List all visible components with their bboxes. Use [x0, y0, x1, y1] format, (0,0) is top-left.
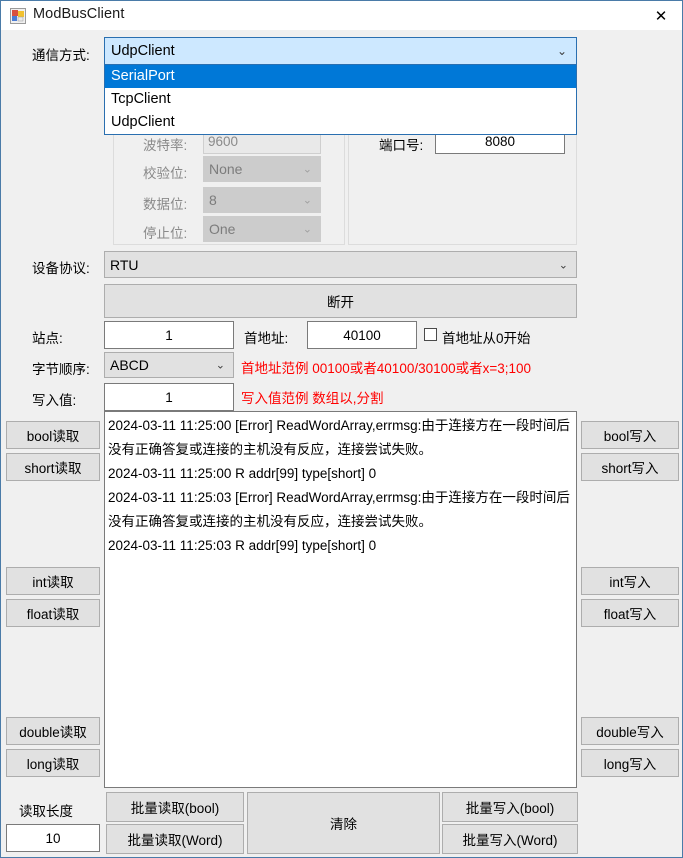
- comm-mode-selected-value: UdpClient: [111, 43, 175, 59]
- baudrate-label-text: 波特率:: [143, 138, 188, 153]
- chevron-down-icon: ⌄: [558, 259, 568, 271]
- parity-combobox[interactable]: None ⌄: [203, 156, 321, 182]
- byte-order-value: ABCD: [110, 357, 149, 373]
- comm-mode-option-tcpclient[interactable]: TcpClient: [105, 88, 576, 111]
- write-long-button[interactable]: long写入: [581, 749, 679, 777]
- zero-based-checkbox[interactable]: [424, 328, 437, 341]
- chevron-down-icon: ⌄: [215, 359, 225, 372]
- comm-mode-combobox[interactable]: UdpClient ⌄: [104, 37, 577, 65]
- read-float-button[interactable]: float读取: [6, 599, 100, 627]
- read-length-label: 读取长度: [19, 804, 73, 819]
- stopbits-combobox[interactable]: One ⌄: [203, 216, 321, 242]
- port-label: 端口号:: [379, 138, 424, 153]
- batch-read-word-button[interactable]: 批量读取(Word): [106, 824, 244, 854]
- log-line: 2024-03-11 11:25:03 [Error] ReadWordArra…: [108, 490, 570, 529]
- device-protocol-combobox[interactable]: RTU ⌄: [104, 251, 577, 278]
- chevron-down-icon: ⌄: [556, 44, 567, 58]
- write-double-button[interactable]: double写入: [581, 717, 679, 745]
- read-length-input[interactable]: 10: [6, 824, 100, 852]
- byte-order-combobox[interactable]: ABCD ⌄: [104, 352, 234, 378]
- stopbits-value: One: [209, 221, 236, 237]
- log-line: 2024-03-11 11:25:00 R addr[99] type[shor…: [108, 466, 377, 481]
- device-protocol-label: 设备协议:: [32, 261, 90, 276]
- winforms-icon: [10, 8, 26, 24]
- write-float-button[interactable]: float写入: [581, 599, 679, 627]
- close-icon[interactable]: ✕: [638, 1, 682, 30]
- chevron-down-icon: ⌄: [302, 194, 312, 207]
- comm-mode-label: 通信方式:: [32, 48, 90, 63]
- log-line: 2024-03-11 11:25:00 [Error] ReadWordArra…: [108, 418, 570, 457]
- databits-combobox[interactable]: 8 ⌄: [203, 187, 321, 213]
- comm-mode-dropdown-list[interactable]: SerialPort TcpClient UdpClient: [104, 65, 577, 135]
- write-value-input[interactable]: 1: [104, 383, 234, 411]
- station-input[interactable]: 1: [104, 321, 234, 349]
- device-protocol-value: RTU: [110, 256, 139, 273]
- write-value-label: 写入值:: [32, 393, 77, 408]
- write-value-hint-text: 写入值范例 数组以,分割: [241, 391, 384, 406]
- window-title: ModBusClient: [33, 6, 125, 22]
- databits-label-text: 数据位:: [143, 197, 188, 212]
- log-line: 2024-03-11 11:25:03 R addr[99] type[shor…: [108, 538, 377, 553]
- chevron-down-icon: ⌄: [302, 163, 312, 176]
- start-address-input[interactable]: 40100: [307, 321, 417, 349]
- batch-read-bool-button[interactable]: 批量读取(bool): [106, 792, 244, 822]
- read-long-button[interactable]: long读取: [6, 749, 100, 777]
- comm-mode-option-serialport[interactable]: SerialPort: [105, 65, 576, 88]
- modbus-client-window: ModBusClient ✕ 通信方式: UdpClient ⌄ SerialP…: [0, 0, 683, 858]
- stopbits-label-text: 停止位:: [143, 226, 188, 241]
- batch-write-bool-button[interactable]: 批量写入(bool): [442, 792, 578, 822]
- disconnect-button[interactable]: 断开: [104, 284, 577, 318]
- log-output-textbox[interactable]: 2024-03-11 11:25:00 [Error] ReadWordArra…: [104, 411, 577, 788]
- zero-based-label: 首地址从0开始: [442, 331, 531, 346]
- clear-button[interactable]: 清除: [247, 792, 440, 854]
- comm-mode-option-udpclient[interactable]: UdpClient: [105, 111, 576, 134]
- write-short-button[interactable]: short写入: [581, 453, 679, 481]
- read-double-button[interactable]: double读取: [6, 717, 100, 745]
- title-bar: ModBusClient ✕: [1, 1, 682, 30]
- chevron-down-icon: ⌄: [302, 223, 312, 236]
- read-bool-button[interactable]: bool读取: [6, 421, 100, 449]
- read-int-button[interactable]: int读取: [6, 567, 100, 595]
- address-hint-text: 首地址范例 00100或者40100/30100或者x=3;100: [241, 361, 532, 376]
- byte-order-label: 字节顺序:: [32, 362, 90, 377]
- write-int-button[interactable]: int写入: [581, 567, 679, 595]
- start-address-label: 首地址:: [244, 331, 289, 346]
- parity-value: None: [209, 161, 243, 177]
- read-short-button[interactable]: short读取: [6, 453, 100, 481]
- batch-write-word-button[interactable]: 批量写入(Word): [442, 824, 578, 854]
- station-label: 站点:: [32, 331, 63, 346]
- parity-label-text: 校验位:: [143, 166, 188, 181]
- write-bool-button[interactable]: bool写入: [581, 421, 679, 449]
- databits-value: 8: [209, 192, 217, 208]
